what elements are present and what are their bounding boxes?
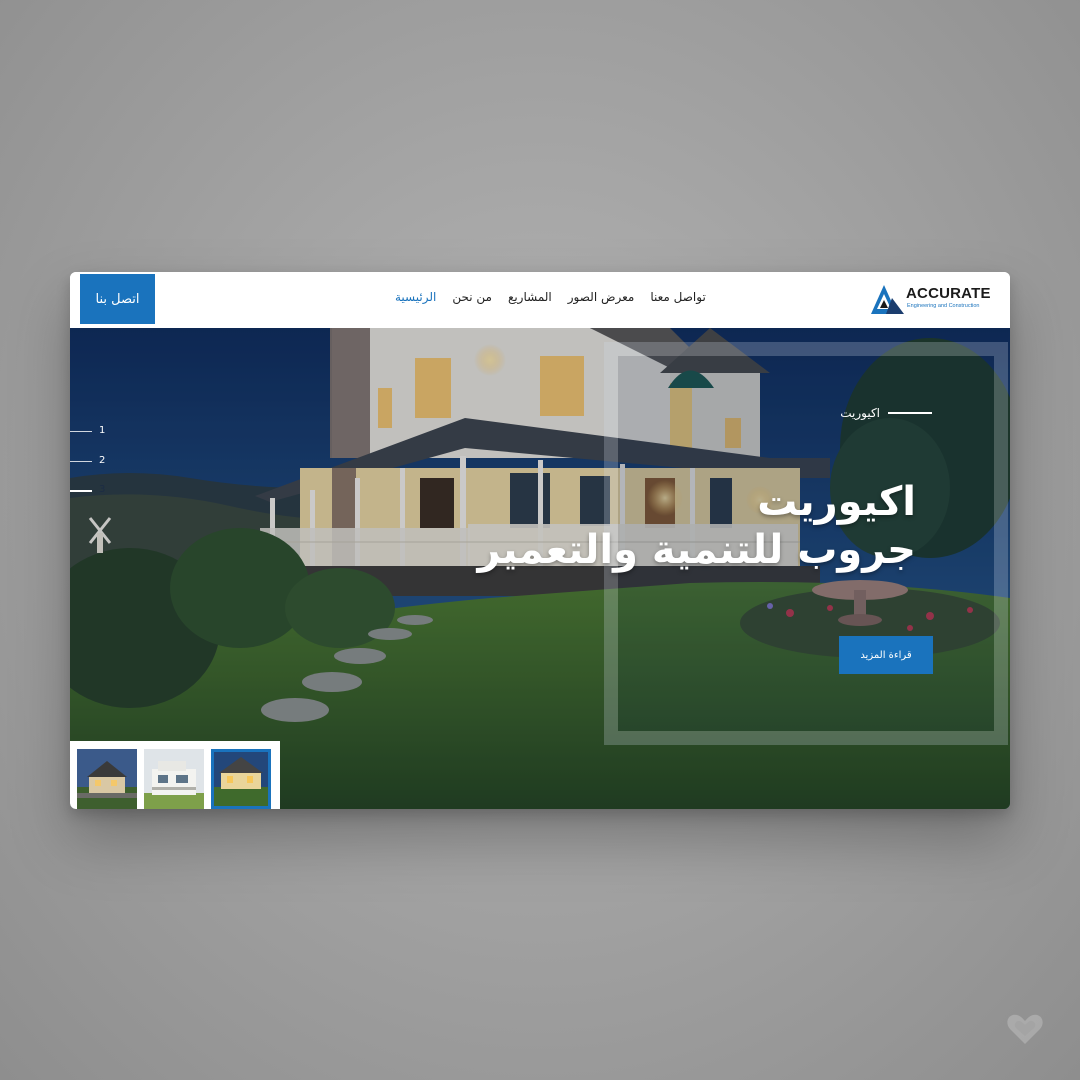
- read-more-button[interactable]: قراءة المزيد: [839, 636, 933, 674]
- thumbnail-1[interactable]: [77, 749, 137, 809]
- logo-tagline: Engineering and Construction: [907, 303, 980, 309]
- eyebrow-line: [888, 412, 932, 414]
- nav-item-about[interactable]: من نحن: [452, 290, 492, 310]
- thumbnail-3[interactable]: [211, 749, 271, 809]
- logo-triangle-icon: [871, 285, 904, 314]
- thumbnail-strip: [70, 741, 280, 809]
- nav-item-gallery[interactable]: معرض الصور: [568, 290, 635, 310]
- nav-menu: الرئيسية من نحن المشاريع معرض الصور تواص…: [395, 290, 706, 310]
- logo-name: ACCURATE: [906, 285, 991, 302]
- pager-line: [70, 461, 92, 462]
- hero-eyebrow: اكيوريت: [760, 403, 932, 423]
- hero-headline: اكيوريت جروب للتنمية والتعمير: [450, 478, 916, 574]
- heart-watermark-icon: [1007, 1014, 1043, 1044]
- eyebrow-text: اكيوريت: [840, 406, 880, 420]
- pager-item-2[interactable]: 2: [70, 455, 130, 469]
- hero-slider: اكيوريت اكيوريت جروب للتنمية والتعمير قر…: [70, 328, 1010, 809]
- navbar: اتصل بنا الرئيسية من نحن المشاريع معرض ا…: [70, 272, 1010, 328]
- headline-line-2: جروب للتنمية والتعمير: [477, 527, 916, 573]
- thumbnail-2[interactable]: [144, 749, 204, 809]
- pager-item-1[interactable]: 1: [70, 425, 130, 439]
- pager-line: [70, 431, 92, 432]
- contact-us-button[interactable]: اتصل بنا: [80, 274, 155, 324]
- logo[interactable]: ACCURATE Engineering and Construction: [870, 282, 1000, 318]
- pager-item-3[interactable]: 3: [70, 484, 130, 498]
- thumbnail-3-image: [211, 749, 271, 809]
- nav-item-projects[interactable]: المشاريع: [508, 290, 552, 310]
- nav-item-home[interactable]: الرئيسية: [395, 290, 436, 310]
- thumbnail-1-image: [77, 749, 137, 809]
- pager-number: 3: [99, 484, 106, 495]
- pager-number: 2: [99, 455, 106, 466]
- nav-item-contact[interactable]: تواصل معنا: [650, 290, 705, 310]
- browser-window: اتصل بنا الرئيسية من نحن المشاريع معرض ا…: [70, 272, 1010, 809]
- pager-line-active: [70, 490, 92, 492]
- headline-line-1: اكيوريت: [757, 479, 916, 525]
- pager-number: 1: [99, 425, 106, 436]
- thumbnail-2-image: [144, 749, 204, 809]
